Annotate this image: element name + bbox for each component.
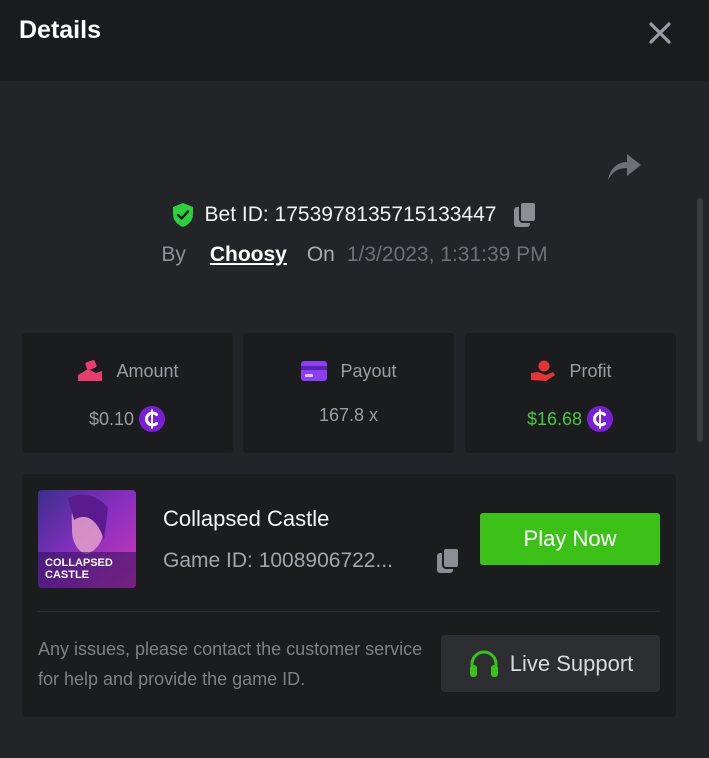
verified-shield-icon bbox=[172, 203, 193, 227]
bet-date: 1/3/2023, 1:31:39 PM bbox=[346, 243, 548, 266]
stat-amount: Amount $0.10 bbox=[22, 333, 233, 453]
share-icon[interactable] bbox=[605, 150, 643, 182]
game-thumbnail[interactable]: COLLAPSED CASTLE bbox=[38, 490, 136, 588]
hand-coin-icon bbox=[531, 360, 556, 381]
headset-icon bbox=[469, 650, 498, 677]
coin-icon bbox=[139, 406, 166, 432]
support-message: Any issues, please contact the customer … bbox=[38, 639, 423, 689]
live-support-button[interactable]: Live Support bbox=[441, 635, 660, 692]
bet-id: Bet ID: 1753978135715133447 bbox=[204, 203, 497, 226]
stat-amount-value: $0.10 bbox=[88, 408, 135, 429]
play-now-button[interactable]: Play Now bbox=[480, 513, 660, 565]
stat-payout-value: 167.8 x bbox=[318, 405, 379, 425]
copy-icon[interactable] bbox=[435, 547, 461, 575]
page-title: Details bbox=[19, 16, 101, 44]
game-name[interactable]: Collapsed Castle bbox=[163, 506, 329, 532]
stat-amount-label: Amount bbox=[116, 360, 179, 381]
bet-id-row: Bet ID: 1753978135715133447 bbox=[0, 201, 709, 231]
coin-icon bbox=[587, 406, 614, 432]
copy-icon[interactable] bbox=[512, 201, 538, 229]
game-id: Game ID: 1008906722... bbox=[163, 549, 393, 572]
scrollbar[interactable] bbox=[697, 198, 703, 442]
stat-payout-label: Payout bbox=[340, 360, 397, 381]
divider bbox=[38, 611, 660, 612]
stat-payout: Payout 167.8 x bbox=[243, 333, 454, 453]
amount-icon bbox=[78, 360, 103, 381]
username-link[interactable]: Choosy bbox=[210, 243, 287, 267]
stat-profit-value: $16.68 bbox=[526, 408, 583, 429]
live-support-label: Live Support bbox=[509, 650, 634, 676]
by-label: By bbox=[161, 243, 186, 266]
stat-profit: Profit $16.68 bbox=[465, 333, 676, 453]
close-icon[interactable] bbox=[645, 18, 675, 48]
thumb-title-line1: COLLAPSED bbox=[45, 557, 113, 569]
game-panel: COLLAPSED CASTLE Collapsed Castle Game I… bbox=[22, 474, 676, 717]
details-header: Details bbox=[0, 0, 709, 81]
on-label: On bbox=[306, 243, 335, 266]
bet-author-row: By Choosy On 1/3/2023, 1:31:39 PM bbox=[0, 243, 709, 267]
stat-profit-label: Profit bbox=[569, 360, 612, 381]
thumb-title-line2: CASTLE bbox=[45, 569, 89, 581]
card-icon bbox=[301, 361, 328, 381]
